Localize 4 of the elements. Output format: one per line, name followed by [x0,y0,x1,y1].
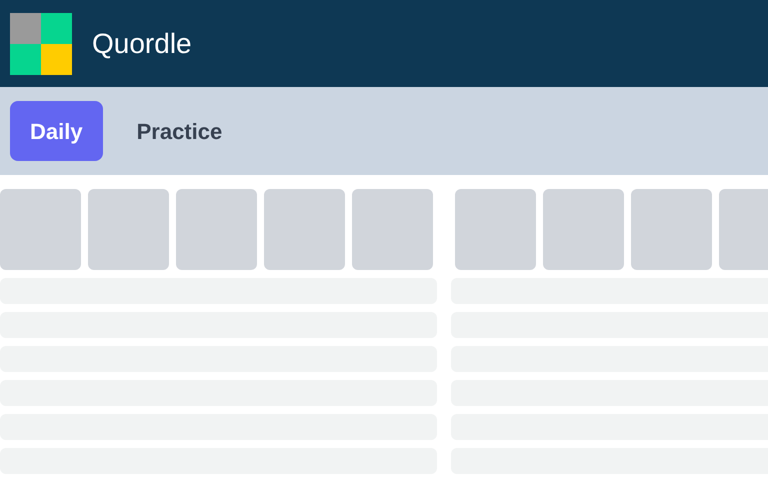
logo-icon [10,12,72,74]
app-title: Quordle [92,26,192,60]
tab[interactable]: Daily [10,101,103,161]
tab[interactable]: Practice [114,101,244,161]
